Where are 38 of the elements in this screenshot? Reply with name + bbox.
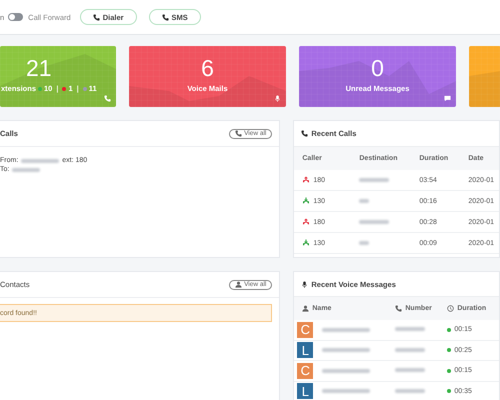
blurred-text bbox=[395, 368, 426, 372]
avatar-initial: L bbox=[297, 383, 314, 400]
phone-icon bbox=[301, 130, 308, 137]
stat-value: 21 bbox=[26, 55, 52, 81]
clock-icon bbox=[447, 305, 454, 312]
blurred-text bbox=[395, 388, 426, 393]
chat-icon bbox=[444, 95, 451, 102]
user-icon bbox=[302, 305, 310, 312]
status-dot bbox=[447, 328, 452, 332]
phone-icon bbox=[235, 130, 242, 137]
blurred-text bbox=[21, 158, 60, 162]
blurred-text bbox=[322, 389, 370, 394]
phone-icon bbox=[162, 14, 169, 20]
blurred-text bbox=[395, 348, 426, 352]
status-dot bbox=[447, 348, 452, 352]
blurred-text bbox=[322, 368, 370, 373]
blurred-text bbox=[359, 198, 370, 202]
blurred-text bbox=[395, 327, 426, 332]
blurred-text bbox=[12, 168, 40, 172]
blurred-text bbox=[359, 240, 370, 244]
call-forward-toggle[interactable] bbox=[8, 13, 24, 21]
stat-value: 6 bbox=[201, 55, 214, 81]
avatar-initial: C bbox=[297, 322, 314, 338]
avatar-initial: L bbox=[297, 342, 314, 358]
blurred-text bbox=[322, 328, 370, 332]
avatar-initial: C bbox=[297, 362, 314, 379]
blurred-text bbox=[359, 178, 390, 182]
status-dot bbox=[447, 368, 452, 373]
user-icon bbox=[235, 281, 242, 288]
blurred-text bbox=[359, 220, 390, 224]
stat-value: 0 bbox=[371, 55, 384, 81]
blurred-text bbox=[322, 348, 370, 352]
phone-icon bbox=[104, 95, 111, 102]
microphone-icon bbox=[274, 95, 281, 102]
phone-icon bbox=[395, 305, 402, 312]
status-dot bbox=[447, 389, 452, 394]
microphone-icon bbox=[301, 280, 308, 288]
phone-icon bbox=[92, 14, 100, 20]
